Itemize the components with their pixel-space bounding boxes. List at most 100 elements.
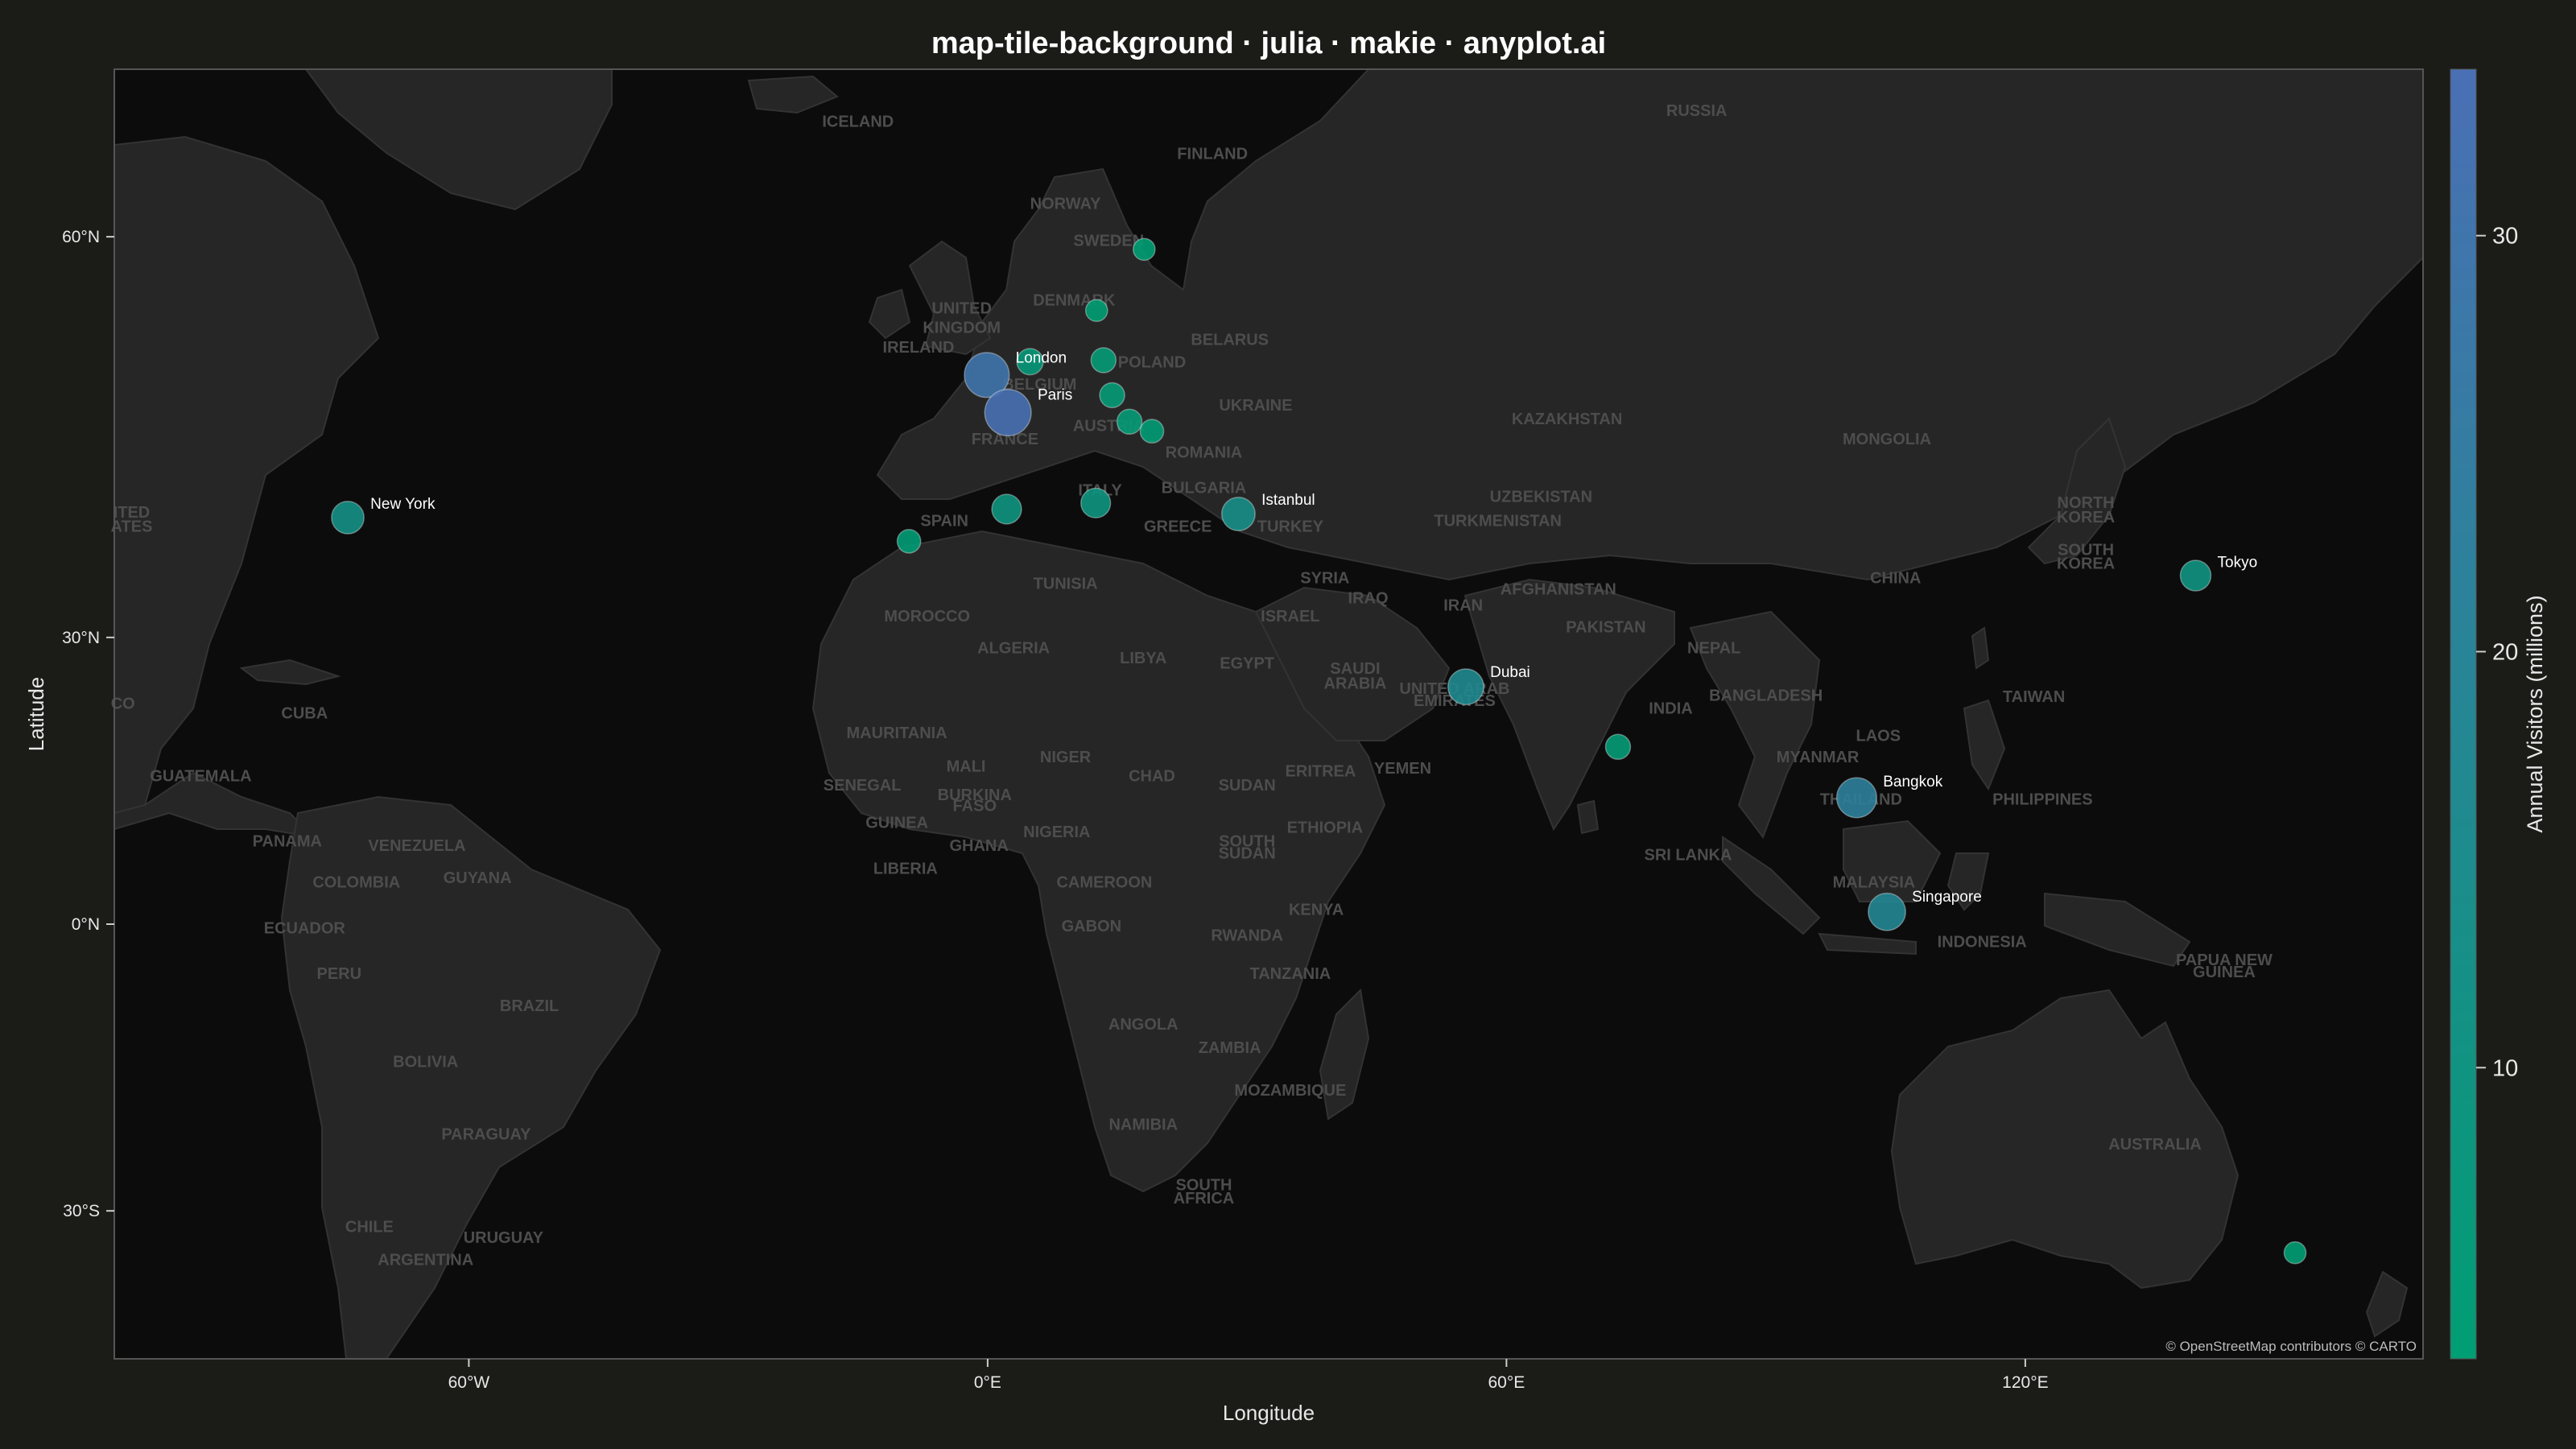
marker-new-york[interactable] [331, 501, 365, 535]
marker-label-tokyo: Tokyo [2218, 555, 2258, 572]
map-place-label: ALGERIA [977, 639, 1050, 657]
map-place-label: PANAMA [253, 832, 322, 850]
marker-label-istanbul: Istanbul [1261, 492, 1315, 509]
marker-label-bangkok: Bangkok [1883, 774, 1942, 791]
map-place-label: YEMEN [1374, 760, 1431, 778]
colorbar-tick-label: 30 [2492, 224, 2518, 250]
marker-sydney[interactable] [2283, 1241, 2307, 1265]
x-tick-label: 60°W [448, 1373, 490, 1392]
marker-label-dubai: Dubai [1490, 664, 1530, 681]
map-place-label: KENYA [1289, 902, 1344, 919]
colorbar-ticks: 10 20 30 [2476, 224, 2518, 1081]
map-place-label: BELARUS [1191, 332, 1269, 349]
y-tick-label: 0°N [72, 915, 100, 934]
marker-barcelona[interactable] [991, 493, 1022, 525]
map-place-label: ANGOLA [1108, 1016, 1179, 1034]
marker-budapest[interactable] [1139, 419, 1165, 444]
marker-mumbai[interactable] [1604, 733, 1632, 760]
marker-label-paris: Paris [1038, 387, 1072, 404]
map-place-label: SUDAN [1219, 844, 1276, 862]
map-place-label: PARAGUAY [441, 1126, 531, 1144]
map-place-label: SUDAN [1219, 777, 1276, 795]
map-place-label: MALAYSIA [1833, 874, 1916, 892]
colorbar: 10 20 30 Annual Visitors (millions) [2450, 68, 2547, 1360]
map-place-label: CUBA [281, 705, 328, 723]
map-place-label: GUINEA [865, 815, 928, 832]
map-place-label: RUSSIA [1666, 102, 1728, 120]
x-axis-label: Longitude [1223, 1401, 1315, 1425]
marker-singapore[interactable] [1868, 892, 1906, 931]
y-axis: 60°N 30°N 0°N 30°S [62, 228, 114, 1220]
map-place-label: BRAZIL [500, 997, 559, 1015]
map-place-label: FASO [953, 798, 997, 815]
map-place-label: IRAN [1443, 597, 1483, 615]
x-axis: 60°W 0°E 60°E 120°E [448, 1359, 2049, 1392]
map-place-label: IRELAND [883, 339, 955, 357]
map-place-label: RWANDA [1211, 927, 1283, 944]
marker-tokyo[interactable] [2179, 559, 2212, 592]
map-place-label: ECUADOR [264, 919, 346, 937]
map-place-label: SPAIN [920, 512, 968, 530]
marker-berlin[interactable] [1090, 347, 1117, 374]
map-place-label: GUINEA [2193, 964, 2256, 981]
map-place-label: GHANA [949, 837, 1008, 855]
map-place-label: ITED [114, 504, 151, 522]
map-place-label: NIGER [1040, 749, 1092, 766]
map-place-label: CHILE [345, 1219, 394, 1236]
map-place-label: BOLIVIA [393, 1054, 458, 1071]
marker-paris[interactable] [984, 388, 1032, 437]
map-place-label: ICELAND [822, 114, 894, 131]
map-place-label: VENEZUELA [368, 837, 465, 855]
map-place-label: IRAQ [1348, 589, 1389, 607]
map-place-label: ISRAEL [1261, 608, 1319, 625]
map-place-label: UKRAINE [1219, 397, 1292, 415]
map-place-label: NORWAY [1030, 195, 1101, 213]
marker-bangkok[interactable] [1835, 777, 1878, 819]
map-place-label: PHILIPPINES [1992, 791, 2092, 809]
map-place-label: MALI [947, 758, 986, 776]
marker-prague[interactable] [1099, 382, 1125, 409]
map-place-label: SENEGAL [824, 777, 902, 795]
map-place-label: MOZAMBIQUE [1234, 1082, 1346, 1100]
marker-label-singapore: Singapore [1912, 889, 1982, 906]
marker-rome[interactable] [1080, 487, 1112, 519]
map-place-label: SYRIA [1300, 570, 1349, 588]
map-place-label: EGYPT [1220, 654, 1274, 672]
map-place-label: ETHIOPIA [1287, 819, 1363, 836]
marker-lisbon[interactable] [896, 529, 922, 554]
marker-stockholm[interactable] [1132, 237, 1156, 262]
map-place-label: GUATEMALA [150, 767, 251, 785]
map-place-label: UNITED [931, 300, 991, 318]
marker-dubai[interactable] [1447, 668, 1484, 706]
marker-copenhagen[interactable] [1084, 299, 1108, 323]
x-tick-label: 0°E [974, 1373, 1001, 1392]
marker-istanbul[interactable] [1220, 497, 1256, 531]
map-place-label: KOREA [2057, 555, 2115, 573]
map-place-label: TURKMENISTAN [1434, 512, 1562, 530]
map-place-label: NEPAL [1687, 639, 1740, 657]
map-attribution: © OpenStreetMap contributors © CARTO [2165, 1339, 2417, 1354]
marker-vienna[interactable] [1116, 408, 1143, 436]
map-place-label: PAKISTAN [1566, 618, 1645, 636]
map-place-label: MYANMAR [1777, 749, 1860, 766]
land-sri-lanka [1576, 799, 1600, 835]
map-panel[interactable]: ICELANDFINLANDRUSSIANORWAYSWEDENDENMARKU… [111, 68, 2424, 1360]
map-place-label: FINLAND [1177, 146, 1248, 163]
map-place-label: MAURITANIA [847, 724, 947, 742]
map-place-label: KINGDOM [923, 319, 1001, 336]
map-place-label: TAIWAN [2003, 688, 2065, 706]
map-place-label: CAMEROON [1056, 874, 1152, 892]
y-tick-label: 30°N [62, 629, 100, 647]
map-place-label: TANZANIA [1249, 965, 1331, 983]
map-place-label: MOROCCO [884, 608, 970, 625]
y-axis-label: Latitude [24, 677, 48, 752]
map-place-label: PERU [316, 965, 361, 983]
map-place-label: MONGOLIA [1843, 431, 1931, 448]
map-place-label: NAMIBIA [1108, 1116, 1178, 1133]
map-place-label: TURKEY [1257, 518, 1324, 536]
marker-label-london: London [1016, 350, 1067, 367]
map-place-label: BULGARIA [1162, 480, 1247, 497]
map-place-label: ZAMBIA [1199, 1039, 1261, 1057]
y-tick-label: 60°N [62, 228, 100, 246]
colorbar-tick-label: 10 [2492, 1055, 2518, 1081]
